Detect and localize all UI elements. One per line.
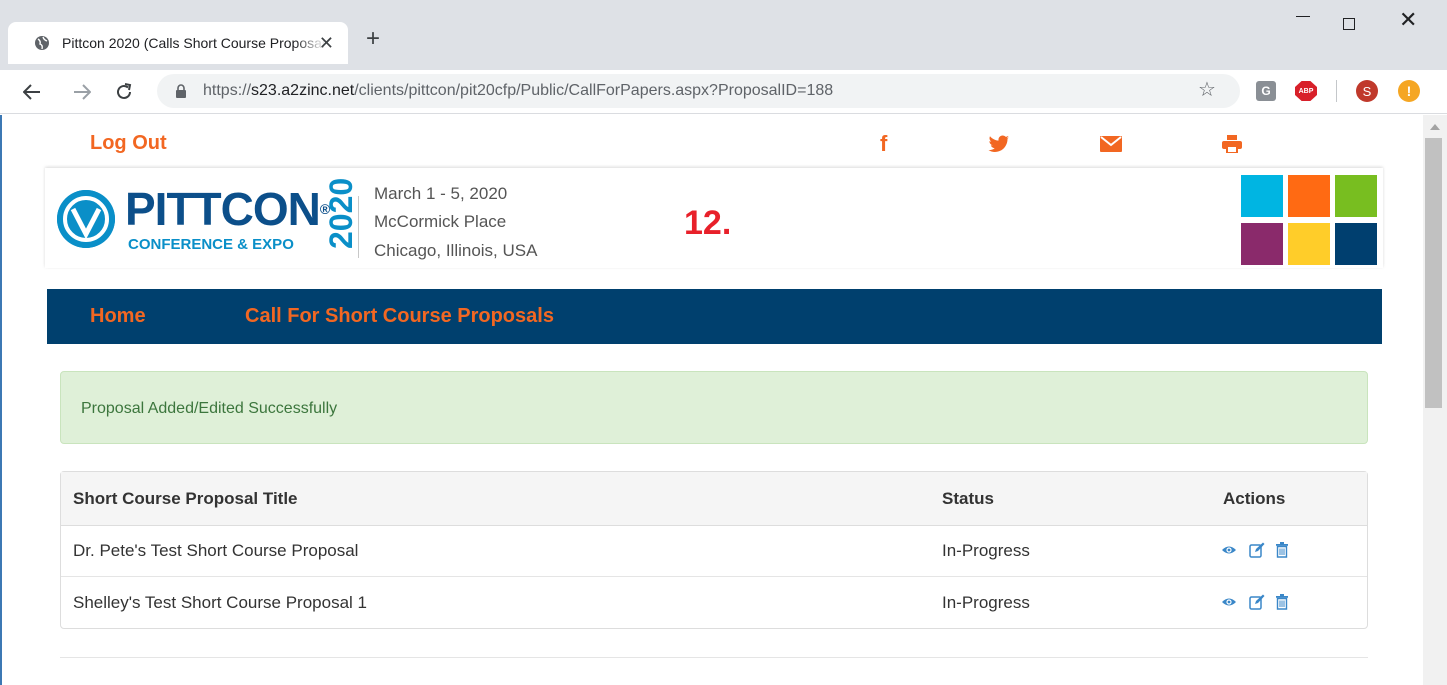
print-icon[interactable]	[1222, 132, 1242, 156]
trash-icon[interactable]	[1275, 542, 1291, 558]
column-header-title: Short Course Proposal Title	[73, 489, 298, 508]
view-eye-icon[interactable]	[1221, 542, 1237, 558]
edit-icon[interactable]	[1249, 594, 1265, 610]
adblock-plus-icon[interactable]: ABP	[1295, 81, 1317, 101]
column-header-status: Status	[942, 489, 994, 508]
facebook-icon[interactable]: f	[880, 131, 887, 156]
window-minimize-button[interactable]	[1296, 16, 1310, 17]
window-close-button[interactable]: ✕	[1399, 9, 1419, 31]
edit-icon[interactable]	[1249, 542, 1265, 558]
proposal-status: In-Progress	[942, 593, 1030, 612]
event-venue: McCormick Place	[374, 212, 507, 231]
proposals-table: Short Course Proposal Title Status Actio…	[60, 471, 1368, 629]
bookmark-star-icon[interactable]: ☆	[1198, 80, 1216, 100]
profile-avatar[interactable]: S	[1356, 80, 1378, 102]
proposal-status: In-Progress	[942, 541, 1030, 560]
tab-title: Pittcon 2020 (Calls Short Course Proposa…	[62, 35, 326, 51]
logo-subtitle: CONFERENCE & EXPO	[128, 236, 294, 253]
proposal-title: Shelley's Test Short Course Proposal 1	[73, 593, 367, 612]
nav-call-for-short-course-proposals[interactable]: Call For Short Course Proposals	[245, 305, 554, 328]
nav-home[interactable]: Home	[90, 305, 146, 328]
event-city: Chicago, Illinois, USA	[374, 241, 538, 260]
success-alert: Proposal Added/Edited Successfully	[60, 371, 1368, 444]
header-divider	[358, 196, 359, 258]
browser-tab[interactable]: Pittcon 2020 (Calls Short Course Proposa…	[8, 22, 348, 64]
lock-icon	[175, 84, 187, 103]
pittcon-logo-icon	[57, 190, 115, 248]
trash-icon[interactable]	[1275, 594, 1291, 610]
twitter-icon[interactable]	[988, 132, 1010, 156]
new-tab-button[interactable]: +	[366, 27, 380, 51]
extension-g-icon[interactable]: G	[1256, 81, 1276, 101]
brand-square-green	[1335, 175, 1377, 217]
back-arrow-icon[interactable]	[20, 80, 44, 104]
content-divider	[60, 657, 1368, 658]
brand-square-orange	[1288, 175, 1330, 217]
forward-arrow-icon[interactable]	[70, 80, 94, 104]
event-dates: March 1 - 5, 2020	[374, 184, 508, 203]
table-row: Shelley's Test Short Course Proposal 1 I…	[61, 578, 1367, 629]
update-alert-icon[interactable]: !	[1398, 80, 1420, 102]
table-row: Dr. Pete's Test Short Course Proposal In…	[61, 526, 1367, 577]
success-alert-message: Proposal Added/Edited Successfully	[81, 400, 338, 417]
table-header: Short Course Proposal Title Status Actio…	[61, 472, 1367, 526]
proposal-title: Dr. Pete's Test Short Course Proposal	[73, 541, 359, 560]
window-maximize-button[interactable]	[1343, 18, 1355, 30]
email-icon[interactable]	[1100, 132, 1122, 156]
step-number-annotation: 12.	[684, 204, 732, 242]
logo-wordmark: PITTCON®	[125, 183, 330, 235]
brand-square-cyan	[1241, 175, 1283, 217]
tab-close-icon[interactable]: ✕	[319, 34, 334, 52]
brand-square-purple	[1241, 223, 1283, 265]
reload-icon[interactable]	[112, 80, 136, 104]
brand-square-navy	[1335, 223, 1377, 265]
logout-link[interactable]: Log Out	[90, 132, 167, 155]
url-text: https://s23.a2zinc.net/clients/pittcon/p…	[203, 82, 834, 99]
view-eye-icon[interactable]	[1221, 594, 1237, 610]
column-header-actions: Actions	[1223, 489, 1286, 508]
toolbar-divider	[1336, 80, 1337, 102]
logo-year: 2020	[323, 177, 359, 249]
scroll-up-arrow-icon[interactable]	[1430, 124, 1440, 130]
globe-icon	[34, 35, 50, 51]
brand-square-yellow	[1288, 223, 1330, 265]
address-bar[interactable]: https://s23.a2zinc.net/clients/pittcon/p…	[157, 74, 1240, 108]
scrollbar-thumb[interactable]	[1425, 138, 1442, 408]
